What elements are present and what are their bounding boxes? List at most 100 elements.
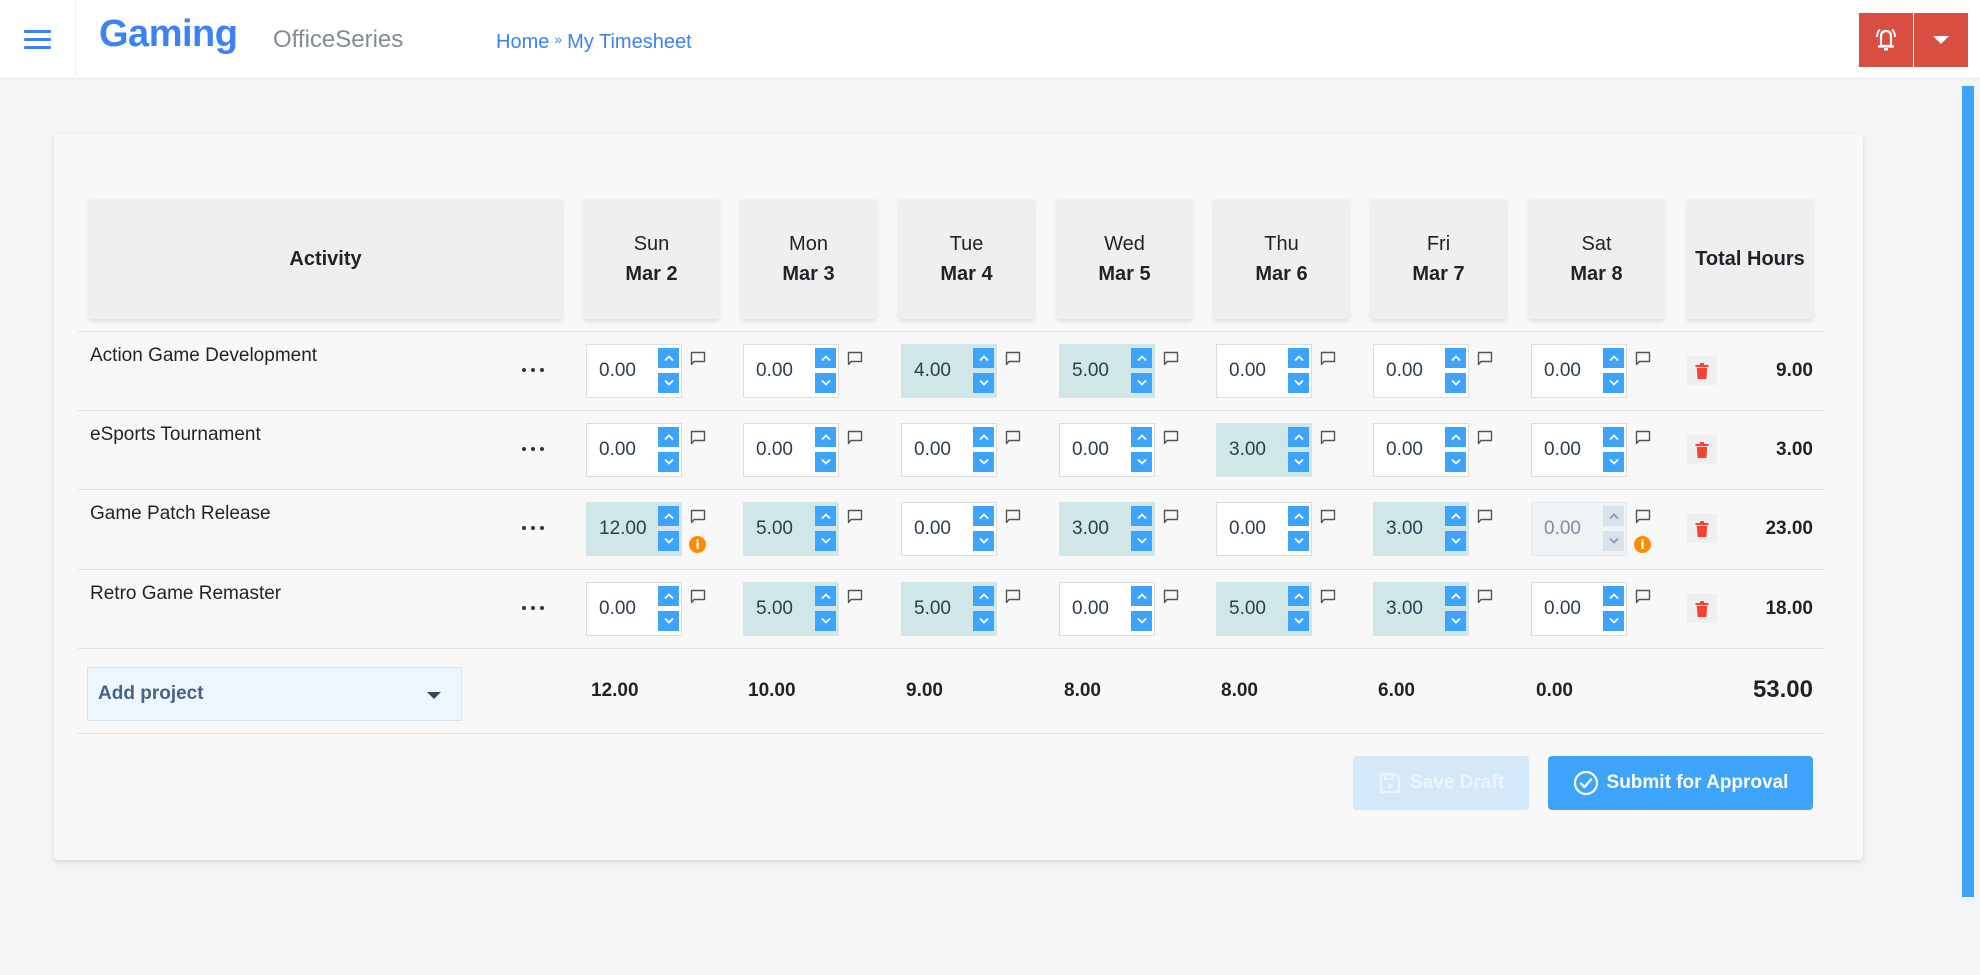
comment-icon[interactable] <box>1320 509 1336 524</box>
hours-input[interactable] <box>1532 583 1598 635</box>
hours-input[interactable] <box>744 345 810 397</box>
decrement-button[interactable] <box>815 452 836 472</box>
decrement-button[interactable] <box>658 611 679 631</box>
decrement-button[interactable] <box>1131 373 1152 393</box>
hours-stepper[interactable] <box>743 344 839 398</box>
comment-icon[interactable] <box>1005 430 1021 445</box>
increment-button[interactable] <box>1445 506 1466 526</box>
comment-icon[interactable] <box>1163 351 1179 366</box>
comment-icon[interactable] <box>1163 509 1179 524</box>
breadcrumb-home[interactable]: Home <box>496 31 549 54</box>
comment-icon[interactable] <box>847 351 863 366</box>
hours-input[interactable] <box>902 424 968 476</box>
increment-button[interactable] <box>1603 427 1624 447</box>
increment-button[interactable] <box>1131 506 1152 526</box>
comment-icon[interactable] <box>1635 351 1651 366</box>
row-options-menu-icon[interactable] <box>518 598 548 618</box>
increment-button[interactable] <box>815 427 836 447</box>
hours-stepper[interactable] <box>901 502 997 556</box>
breadcrumb-my-timesheet[interactable]: My Timesheet <box>567 31 691 54</box>
hours-input[interactable] <box>587 424 653 476</box>
comment-icon[interactable] <box>1005 351 1021 366</box>
hours-input[interactable] <box>902 345 968 397</box>
hours-stepper[interactable] <box>1059 344 1155 398</box>
decrement-button[interactable] <box>1288 373 1309 393</box>
hours-input[interactable] <box>1532 345 1598 397</box>
increment-button[interactable] <box>1288 506 1309 526</box>
row-options-menu-icon[interactable] <box>518 518 548 538</box>
decrement-button[interactable] <box>658 373 679 393</box>
hours-stepper[interactable] <box>1531 344 1627 398</box>
comment-icon[interactable] <box>690 509 706 524</box>
decrement-button[interactable] <box>1445 373 1466 393</box>
hours-input[interactable] <box>1374 583 1440 635</box>
increment-button[interactable] <box>815 506 836 526</box>
increment-button[interactable] <box>1603 348 1624 368</box>
hours-stepper[interactable] <box>743 423 839 477</box>
hours-input[interactable] <box>902 503 968 555</box>
row-options-menu-icon[interactable] <box>518 439 548 459</box>
hours-input[interactable] <box>1060 424 1126 476</box>
notifications-button[interactable] <box>1859 13 1913 67</box>
hours-stepper[interactable] <box>586 344 682 398</box>
comment-icon[interactable] <box>1477 351 1493 366</box>
hours-input[interactable] <box>587 345 653 397</box>
increment-button[interactable] <box>973 506 994 526</box>
hours-input[interactable] <box>902 583 968 635</box>
comment-icon[interactable] <box>1635 430 1651 445</box>
hours-input[interactable] <box>1217 583 1283 635</box>
hours-input[interactable] <box>1532 424 1598 476</box>
add-project-dropdown[interactable]: Add project <box>87 667 462 721</box>
comment-icon[interactable] <box>1477 430 1493 445</box>
increment-button[interactable] <box>658 586 679 606</box>
hours-stepper[interactable] <box>1216 582 1312 636</box>
comment-icon[interactable] <box>1635 589 1651 604</box>
comment-icon[interactable] <box>1477 589 1493 604</box>
increment-button[interactable] <box>1445 348 1466 368</box>
increment-button[interactable] <box>1288 427 1309 447</box>
delete-row-button[interactable] <box>1687 356 1717 385</box>
hours-stepper[interactable] <box>1216 344 1312 398</box>
decrement-button[interactable] <box>658 452 679 472</box>
hours-stepper[interactable] <box>1373 502 1469 556</box>
delete-row-button[interactable] <box>1687 514 1717 543</box>
comment-icon[interactable] <box>1163 430 1179 445</box>
hours-stepper[interactable] <box>1216 502 1312 556</box>
hours-input[interactable] <box>1374 345 1440 397</box>
hours-stepper[interactable] <box>743 582 839 636</box>
delete-row-button[interactable] <box>1687 435 1717 464</box>
increment-button[interactable] <box>1445 586 1466 606</box>
hours-stepper[interactable] <box>1059 423 1155 477</box>
increment-button[interactable] <box>973 586 994 606</box>
comment-icon[interactable] <box>847 430 863 445</box>
decrement-button[interactable] <box>1603 611 1624 631</box>
hours-stepper[interactable] <box>1531 502 1627 556</box>
hours-stepper[interactable] <box>901 423 997 477</box>
hours-input[interactable] <box>744 583 810 635</box>
decrement-button[interactable] <box>1288 452 1309 472</box>
hours-input[interactable] <box>1217 345 1283 397</box>
decrement-button[interactable] <box>973 452 994 472</box>
decrement-button[interactable] <box>815 373 836 393</box>
decrement-button[interactable] <box>1131 531 1152 551</box>
increment-button[interactable] <box>1603 586 1624 606</box>
brand-logo[interactable]: Gaming <box>99 13 238 56</box>
hours-input[interactable] <box>1060 583 1126 635</box>
hours-stepper[interactable] <box>586 423 682 477</box>
decrement-button[interactable] <box>1131 611 1152 631</box>
hours-stepper[interactable] <box>901 344 997 398</box>
hours-stepper[interactable] <box>1373 344 1469 398</box>
hamburger-menu-icon[interactable] <box>24 29 52 49</box>
decrement-button[interactable] <box>815 611 836 631</box>
increment-button[interactable] <box>973 348 994 368</box>
decrement-button[interactable] <box>1131 452 1152 472</box>
hours-input[interactable] <box>1374 424 1440 476</box>
row-options-menu-icon[interactable] <box>518 360 548 380</box>
increment-button[interactable] <box>815 586 836 606</box>
hours-input[interactable] <box>587 503 653 555</box>
comment-icon[interactable] <box>1005 509 1021 524</box>
comment-icon[interactable] <box>690 430 706 445</box>
hours-stepper[interactable] <box>1531 423 1627 477</box>
hours-stepper[interactable] <box>901 582 997 636</box>
increment-button[interactable] <box>1131 427 1152 447</box>
